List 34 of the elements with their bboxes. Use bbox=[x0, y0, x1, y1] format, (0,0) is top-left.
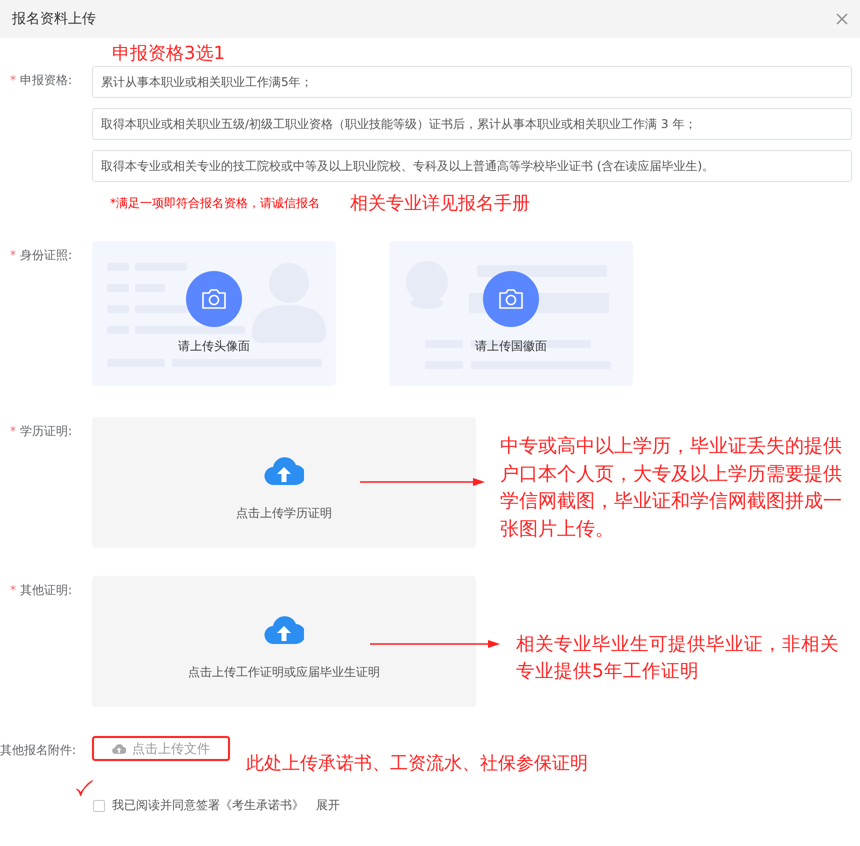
hint-text: *满足一项即符合报名资格，请诚信报名 bbox=[110, 194, 321, 212]
check-mark-icon bbox=[76, 780, 93, 797]
close-button[interactable] bbox=[836, 13, 848, 25]
camera-icon bbox=[498, 288, 524, 310]
qualification-option[interactable]: 累计从事本职业或相关职业工作满5年； bbox=[92, 66, 852, 98]
upload-cloud-icon bbox=[264, 455, 304, 487]
required-mark: * bbox=[10, 424, 16, 438]
upload-area[interactable]: 点击上传学历证明 bbox=[92, 417, 476, 548]
field-label: 身份证照: bbox=[20, 248, 72, 262]
qualification-option[interactable]: 取得本专业或相关专业的技工院校或中等及以上职业院校、专科及以上普通高等学校毕业证书 (含在读应届毕业生)。 bbox=[92, 150, 852, 182]
field-label: 其他报名附件: bbox=[0, 743, 76, 757]
annotation-text: 中专或高中以上学历，毕业证丢失的提供户口本个人页，大专及以上学历需要提供学信网截图，毕业证和学信网截图拼成一张图片上传。 bbox=[500, 434, 843, 542]
qualification-option[interactable]: 取得本职业或相关职业五级/初级工职业资格（职业技能等级）证书后，累计从事本职业或相关职业工作满 3 年； bbox=[92, 108, 852, 140]
field-label: 申报资格: bbox=[20, 73, 72, 87]
annotation-text: 申报资格3选1 bbox=[112, 42, 225, 66]
required-mark: * bbox=[10, 583, 16, 597]
required-mark: * bbox=[10, 248, 16, 262]
field-label: 其他证明: bbox=[20, 583, 72, 597]
upload-cloud-icon bbox=[264, 614, 304, 646]
agreement-checkbox[interactable] bbox=[93, 800, 105, 812]
close-icon bbox=[836, 13, 848, 25]
camera-icon bbox=[201, 288, 227, 310]
required-mark: * bbox=[10, 73, 16, 87]
upload-caption: 请上传国徽面 bbox=[475, 339, 547, 353]
field-label: 学历证明: bbox=[20, 424, 72, 438]
expand-link[interactable]: 展开 bbox=[316, 797, 340, 814]
agreement-text: 我已阅读并同意签署《考生承诺书》 bbox=[112, 797, 304, 814]
annotation-text: 相关专业详见报名手册 bbox=[350, 192, 530, 215]
upload-cloud-icon bbox=[112, 742, 126, 754]
annotation-text: 此处上传承诺书、工资流水、社保参保证明 bbox=[246, 752, 588, 775]
upload-caption: 请上传头像面 bbox=[178, 339, 250, 353]
dialog-title: 报名资料上传 bbox=[12, 10, 96, 28]
annotation-text: 相关专业毕业生可提供毕业证，非相关专业提供5年工作证明 bbox=[516, 633, 840, 684]
upload-area[interactable]: 点击上传工作证明或应届毕业生证明 bbox=[92, 576, 476, 707]
